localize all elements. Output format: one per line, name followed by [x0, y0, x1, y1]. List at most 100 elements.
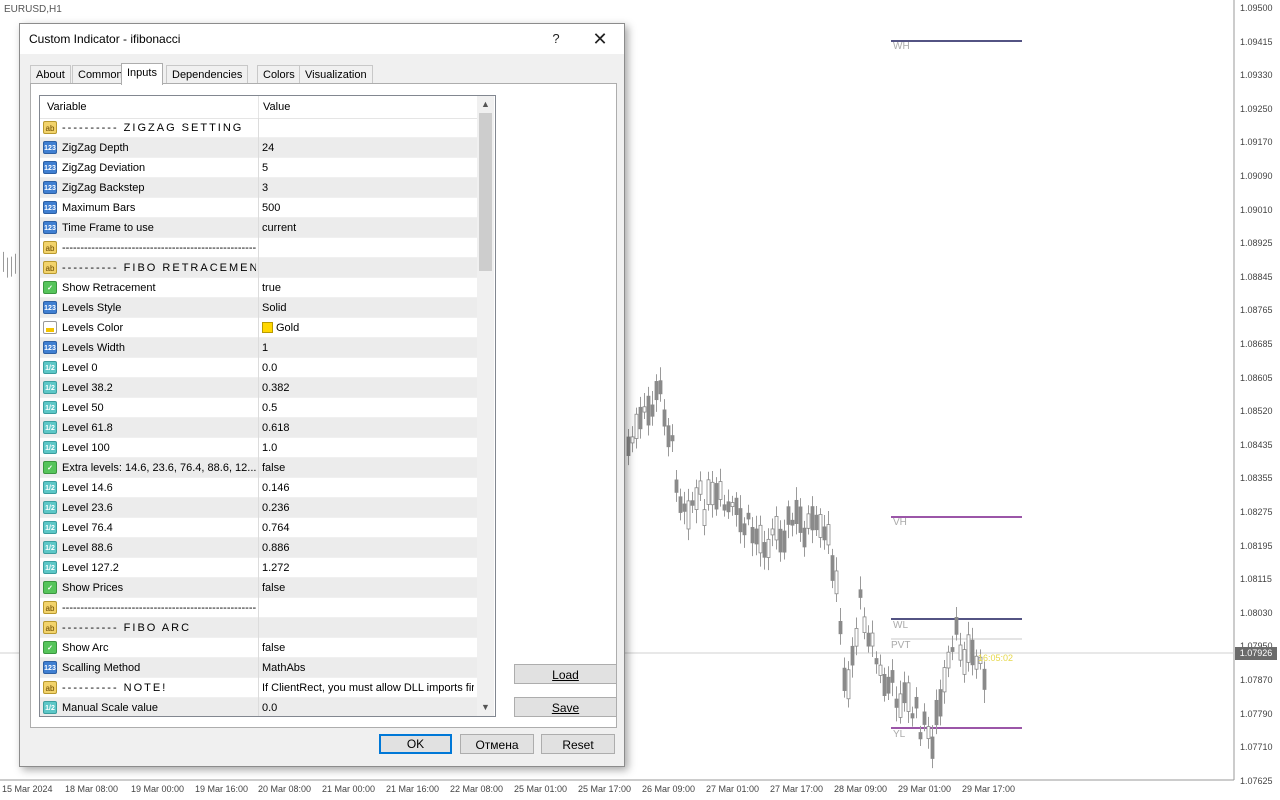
help-button[interactable]: ? — [536, 26, 576, 52]
input-row[interactable]: 1/2 Level 127.2 1.272 — [40, 558, 477, 578]
input-variable-name: Levels Color — [62, 322, 124, 334]
input-value-cell[interactable]: 0.5 — [262, 398, 474, 418]
tab-inputs[interactable]: Inputs — [121, 63, 163, 85]
level-label-wl: WL — [893, 620, 908, 631]
input-row[interactable]: 123 Scalling Method MathAbs — [40, 658, 477, 678]
input-row[interactable]: ✓ Show Prices false — [40, 578, 477, 598]
input-value-cell[interactable]: Solid — [262, 298, 474, 318]
input-value-cell[interactable]: true — [262, 278, 474, 298]
candle-body — [786, 506, 791, 525]
scroll-thumb[interactable] — [479, 113, 492, 271]
input-value-cell[interactable]: 0.618 — [262, 418, 474, 438]
column-header-variable[interactable]: Variable — [47, 96, 87, 118]
input-value-cell[interactable]: 0.236 — [262, 498, 474, 518]
grid-scrollbar[interactable]: ▲ ▼ — [477, 96, 494, 716]
tab-visualization[interactable]: Visualization — [299, 65, 373, 84]
candle-body — [690, 500, 695, 506]
cancel-button[interactable]: Отмена — [460, 734, 534, 754]
input-row[interactable]: 1/2 Level 100 1.0 — [40, 438, 477, 458]
price-tick-label: 1.07625 — [1240, 775, 1273, 786]
input-value-cell[interactable] — [262, 598, 474, 618]
input-value-cell[interactable]: 0.764 — [262, 518, 474, 538]
tab-colors[interactable]: Colors — [257, 65, 301, 84]
input-row[interactable]: ab ---------- FIBO RETRACEMENT — [40, 258, 477, 278]
input-value-cell[interactable] — [262, 618, 474, 638]
bar-timer: 16:05:02 — [978, 653, 1014, 663]
scroll-up-arrow-icon[interactable]: ▲ — [477, 96, 494, 113]
input-row[interactable]: ✓ Extra levels: 14.6, 23.6, 76.4, 88.6, 1… — [40, 458, 477, 478]
input-row[interactable]: 123 ZigZag Backstep 3 — [40, 178, 477, 198]
input-value-cell[interactable]: false — [262, 458, 474, 478]
input-value-cell[interactable]: MathAbs — [262, 658, 474, 678]
input-value-cell[interactable]: 0.886 — [262, 538, 474, 558]
input-value-cell[interactable] — [262, 258, 474, 278]
input-row[interactable]: 1/2 Level 0 0.0 — [40, 358, 477, 378]
input-value-cell[interactable]: If ClientRect, you must allow DLL import… — [262, 678, 474, 698]
input-row[interactable]: 123 ZigZag Deviation 5 — [40, 158, 477, 178]
input-value-cell[interactable]: 0.0 — [262, 358, 474, 378]
input-value-cell[interactable] — [262, 118, 474, 138]
header-divider[interactable] — [258, 96, 259, 118]
input-row[interactable]: 1/2 Level 23.6 0.236 — [40, 498, 477, 518]
close-button[interactable]: ✕ — [580, 26, 620, 52]
scroll-down-arrow-icon[interactable]: ▼ — [477, 699, 494, 716]
input-value-cell[interactable] — [262, 238, 474, 258]
candle-body — [966, 634, 971, 663]
price-tick-label: 1.09090 — [1240, 171, 1273, 181]
input-row[interactable]: ab --------------------------------------… — [40, 238, 477, 258]
input-row[interactable]: ab ---------- ZIGZAG SETTING — [40, 118, 477, 138]
input-variable-name: ZigZag Backstep — [62, 182, 145, 194]
candle-body — [790, 519, 795, 526]
input-row[interactable]: 123 Maximum Bars 500 — [40, 198, 477, 218]
input-value-cell[interactable]: Gold — [262, 318, 474, 338]
input-value-cell[interactable]: 1 — [262, 338, 474, 358]
candle-body — [834, 570, 839, 595]
input-row[interactable]: ✓ Show Retracement true — [40, 278, 477, 298]
save-button[interactable]: Save — [514, 697, 617, 717]
input-value-cell[interactable]: 1.0 — [262, 438, 474, 458]
input-value-cell[interactable]: current — [262, 218, 474, 238]
input-row[interactable]: 1/2 Level 50 0.5 — [40, 398, 477, 418]
ok-button[interactable]: OK — [379, 734, 452, 754]
input-row[interactable]: 123 Levels Style Solid — [40, 298, 477, 318]
input-row[interactable]: 123 ZigZag Depth 24 — [40, 138, 477, 158]
input-value-cell[interactable]: false — [262, 638, 474, 658]
input-row[interactable]: ✓ Show Arc false — [40, 638, 477, 658]
input-value-cell[interactable]: 0.0 — [262, 698, 474, 716]
input-row[interactable]: ab --------------------------------------… — [40, 598, 477, 618]
time-tick-label: 27 Mar 17:00 — [770, 784, 824, 794]
chart-symbol-label: EURUSD,H1 — [4, 4, 62, 15]
input-value-cell[interactable]: 3 — [262, 178, 474, 198]
input-row[interactable]: ab ---------- NOTE! If ClientRect, you mus… — [40, 678, 477, 698]
tab-about[interactable]: About — [30, 65, 71, 84]
input-row[interactable]: Levels Color Gold — [40, 318, 477, 338]
input-row[interactable]: ab ---------- FIBO ARC — [40, 618, 477, 638]
inputs-grid[interactable]: Variable Value ab ---------- ZIGZAG SETTI… — [39, 95, 496, 717]
input-row[interactable]: 1/2 Level 14.6 0.146 — [40, 478, 477, 498]
input-value-cell[interactable]: 24 — [262, 138, 474, 158]
input-row[interactable]: 123 Time Frame to use current — [40, 218, 477, 238]
input-value-cell[interactable]: 5 — [262, 158, 474, 178]
dialog-titlebar[interactable]: Custom Indicator - ifibonacci ? ✕ — [20, 24, 624, 54]
input-row[interactable]: 123 Levels Width 1 — [40, 338, 477, 358]
input-value-cell[interactable]: 500 — [262, 198, 474, 218]
column-header-value[interactable]: Value — [263, 96, 290, 118]
grid-header: Variable Value — [40, 96, 477, 119]
reset-button[interactable]: Reset — [541, 734, 615, 754]
candle-body — [914, 696, 919, 709]
input-variable-name: Show Retracement — [62, 282, 156, 294]
input-row[interactable]: 1/2 Level 76.4 0.764 — [40, 518, 477, 538]
tab-dependencies[interactable]: Dependencies — [166, 65, 249, 84]
price-tick-label: 1.08685 — [1240, 339, 1273, 349]
input-row[interactable]: 1/2 Level 88.6 0.886 — [40, 538, 477, 558]
input-value-cell[interactable]: 1.272 — [262, 558, 474, 578]
input-row[interactable]: 1/2 Level 61.8 0.618 — [40, 418, 477, 438]
input-value-cell[interactable]: 0.146 — [262, 478, 474, 498]
input-row[interactable]: 1/2 Manual Scale value 0.0 — [40, 698, 477, 716]
input-row[interactable]: 1/2 Level 38.2 0.382 — [40, 378, 477, 398]
input-value-cell[interactable]: 0.382 — [262, 378, 474, 398]
input-value-cell[interactable]: false — [262, 578, 474, 598]
column-divider — [258, 658, 259, 678]
candle-body — [890, 670, 895, 683]
load-button[interactable]: Load — [514, 664, 617, 684]
